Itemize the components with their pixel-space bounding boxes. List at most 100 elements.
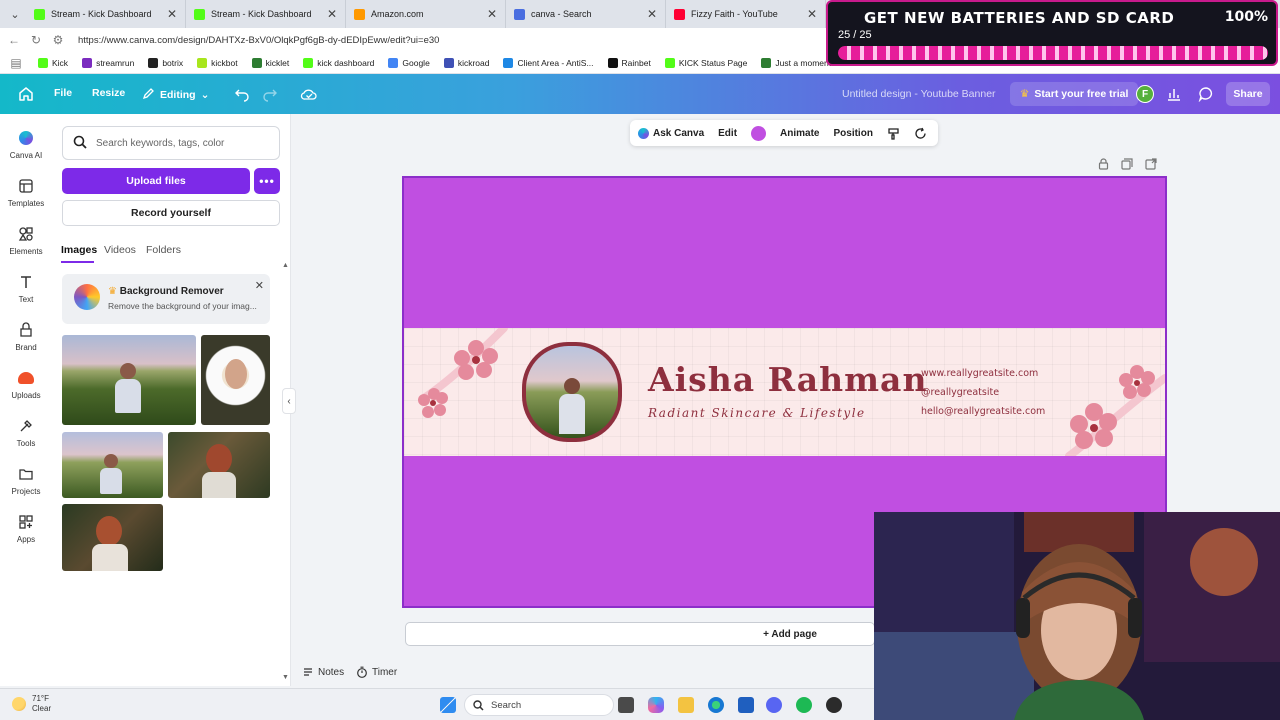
bookmark-item[interactable]: kicklet bbox=[251, 57, 289, 68]
site-info-icon[interactable]: ⚙ bbox=[50, 33, 66, 47]
bookmark-item[interactable]: Rainbet bbox=[607, 57, 651, 68]
profile-photo-frame[interactable] bbox=[522, 342, 622, 442]
more-options-button[interactable]: ••• bbox=[254, 168, 280, 194]
scroll-down-icon[interactable]: ▼ bbox=[282, 674, 289, 681]
close-tab-icon[interactable]: ✕ bbox=[167, 7, 177, 21]
resize-button[interactable]: Resize bbox=[92, 87, 125, 99]
back-icon[interactable]: ← bbox=[6, 33, 22, 47]
banner-website[interactable]: www.reallygreatsite.com bbox=[921, 368, 1038, 379]
browser-tab[interactable]: canva - Search ✕ bbox=[506, 0, 666, 28]
browser-tab[interactable]: Amazon.com ✕ bbox=[346, 0, 506, 28]
rail-item-tools[interactable]: Tools bbox=[0, 417, 52, 448]
comment-icon[interactable] bbox=[1198, 86, 1214, 105]
rail-item-text[interactable]: Text bbox=[0, 273, 52, 304]
banner-email[interactable]: hello@reallygreatsite.com bbox=[921, 406, 1045, 417]
edge-icon[interactable] bbox=[708, 697, 724, 713]
bookmark-item[interactable]: Google bbox=[388, 57, 430, 68]
add-page-icon[interactable] bbox=[1145, 158, 1157, 173]
rail-item-canva-ai[interactable]: Canva AI bbox=[0, 129, 52, 160]
bookmark-item[interactable]: streamrun bbox=[82, 57, 134, 68]
close-tab-icon[interactable]: ✕ bbox=[647, 7, 657, 21]
task-view-icon[interactable] bbox=[618, 697, 634, 713]
upload-thumbnail[interactable] bbox=[62, 504, 163, 571]
discord-icon[interactable] bbox=[766, 697, 782, 713]
rail-item-uploads[interactable]: Uploads bbox=[0, 369, 52, 400]
edit-button[interactable]: Edit bbox=[718, 128, 737, 139]
tab-menu-chevron-icon[interactable]: ⌄ bbox=[4, 3, 26, 25]
undo-icon[interactable] bbox=[234, 86, 250, 105]
weather-widget[interactable]: 71°F Clear bbox=[12, 694, 51, 714]
duplicate-page-icon[interactable] bbox=[1121, 158, 1133, 173]
avatar[interactable]: F bbox=[1136, 85, 1154, 103]
bookmark-item[interactable]: botrix bbox=[148, 57, 183, 68]
banner-tagline[interactable]: Radiant Skincare & Lifestyle bbox=[648, 406, 866, 420]
banner-handle[interactable]: @reallygreatsite bbox=[921, 387, 999, 398]
cloud-saved-icon[interactable] bbox=[300, 86, 318, 105]
bookmark-item[interactable]: kickbot bbox=[197, 57, 238, 68]
tab-images[interactable]: Images bbox=[61, 244, 97, 256]
add-page-button[interactable]: + Add page bbox=[405, 622, 875, 646]
browser-tab[interactable]: Stream - Kick Dashboard ✕ bbox=[186, 0, 346, 28]
ask-canva-button[interactable]: Ask Canva bbox=[638, 127, 704, 139]
copy-style-icon[interactable] bbox=[887, 127, 900, 140]
rail-item-projects[interactable]: Projects bbox=[0, 465, 52, 496]
copilot-icon[interactable] bbox=[648, 697, 664, 713]
tab-folders[interactable]: Folders bbox=[146, 244, 181, 256]
refresh-icon[interactable] bbox=[914, 127, 927, 140]
url-field[interactable]: https://www.canva.com/design/DAHTXz-BxV0… bbox=[78, 35, 439, 46]
file-explorer-icon[interactable] bbox=[678, 697, 694, 713]
scroll-up-icon[interactable]: ▲ bbox=[282, 262, 289, 269]
editing-mode-button[interactable]: Editing ⌄ bbox=[142, 87, 209, 103]
close-tab-icon[interactable]: ✕ bbox=[487, 7, 497, 21]
banner-strip[interactable]: Aisha Rahman Radiant Skincare & Lifestyl… bbox=[404, 328, 1165, 456]
background-remover-card[interactable]: ♛ Background Remover Remove the backgrou… bbox=[62, 274, 270, 324]
browser-tab[interactable]: Fizzy Faith - YouTube ✕ bbox=[666, 0, 826, 28]
bookmark-item[interactable]: kick dashboard bbox=[303, 57, 374, 68]
taskbar-search[interactable]: Search bbox=[464, 694, 614, 716]
browser-tab[interactable]: Stream - Kick Dashboard ✕ bbox=[26, 0, 186, 28]
redo-icon[interactable] bbox=[262, 86, 278, 105]
bookmark-item[interactable]: kickroad bbox=[443, 57, 489, 68]
upload-thumbnail[interactable] bbox=[168, 432, 270, 498]
timer-button[interactable]: Timer bbox=[356, 666, 397, 678]
rail-item-apps[interactable]: Apps bbox=[0, 513, 52, 544]
banner-name[interactable]: Aisha Rahman bbox=[648, 360, 927, 399]
bookmark-item[interactable]: KICK Status Page bbox=[664, 57, 747, 68]
color-swatch-button[interactable] bbox=[751, 125, 767, 141]
record-yourself-button[interactable]: Record yourself bbox=[62, 200, 280, 226]
bookmark-item[interactable]: Kick bbox=[38, 57, 68, 68]
search-box[interactable] bbox=[62, 126, 280, 160]
rail-item-brand[interactable]: Brand bbox=[0, 321, 52, 352]
search-icon bbox=[473, 699, 484, 711]
start-icon[interactable] bbox=[440, 697, 456, 713]
close-tab-icon[interactable]: ✕ bbox=[807, 7, 817, 21]
insights-icon[interactable] bbox=[1166, 86, 1182, 105]
animate-button[interactable]: Animate bbox=[780, 128, 819, 139]
upload-thumbnail[interactable] bbox=[62, 432, 163, 498]
notes-button[interactable]: Notes bbox=[302, 666, 344, 678]
file-menu-button[interactable]: File bbox=[54, 87, 72, 99]
design-title[interactable]: Untitled design - Youtube Banner bbox=[842, 88, 996, 100]
share-button[interactable]: Share bbox=[1226, 82, 1270, 106]
rail-item-templates[interactable]: Templates bbox=[0, 177, 52, 208]
close-icon[interactable]: ✕ bbox=[255, 279, 264, 292]
upload-files-button[interactable]: Upload files bbox=[62, 168, 250, 194]
position-button[interactable]: Position bbox=[833, 128, 872, 139]
bookmark-item[interactable]: Client Area - AntiS... bbox=[503, 57, 594, 68]
start-trial-button[interactable]: ♛ Start your free trial bbox=[1010, 82, 1139, 106]
tab-videos[interactable]: Videos bbox=[104, 244, 136, 256]
rail-item-elements[interactable]: Elements bbox=[0, 225, 52, 256]
upload-thumbnail[interactable] bbox=[62, 335, 196, 425]
search-input[interactable] bbox=[96, 137, 266, 149]
home-icon[interactable] bbox=[18, 86, 34, 102]
store-icon[interactable] bbox=[738, 697, 754, 713]
collapse-panel-button[interactable]: ‹ bbox=[282, 388, 296, 414]
bookmarks-menu-icon[interactable]: ▤ bbox=[8, 56, 24, 70]
lock-icon[interactable] bbox=[1098, 158, 1109, 173]
panel-scrollbar[interactable]: ▲ ▼ bbox=[282, 262, 289, 686]
spotify-icon[interactable] bbox=[796, 697, 812, 713]
obs-icon[interactable] bbox=[826, 697, 842, 713]
reload-icon[interactable]: ↻ bbox=[28, 33, 44, 47]
close-tab-icon[interactable]: ✕ bbox=[327, 7, 337, 21]
upload-thumbnail[interactable] bbox=[201, 335, 270, 425]
